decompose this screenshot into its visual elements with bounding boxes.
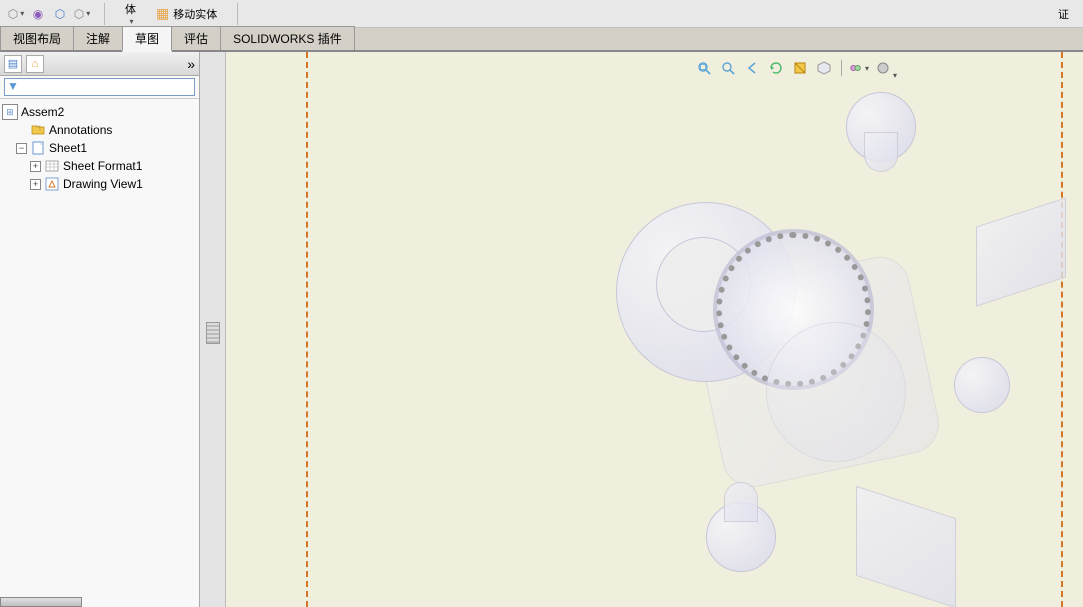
status-bar-grip[interactable] [0, 597, 82, 607]
tree-sheet1-label: Sheet1 [49, 141, 87, 155]
document-tabs: 视图布局 注解 草图 评估 SOLIDWORKS 插件 [0, 28, 1083, 52]
collapse-icon[interactable]: − [16, 143, 27, 154]
appearance-icon[interactable] [873, 58, 893, 78]
tree-node-sheet-format1[interactable]: + Sheet Format1 [2, 157, 197, 175]
rotate-view-icon[interactable] [766, 58, 786, 78]
tree-annotations-label: Annotations [49, 123, 112, 137]
tool-icon-3[interactable]: ⬡ [52, 6, 68, 22]
ribbon-area: ⬡▾ ◉ ⬡ ⬡▾ 体 ▾ ▦ 移动实体 证 [0, 0, 1083, 28]
tree-node-drawing-view1[interactable]: + Drawing View1 [2, 175, 197, 193]
display-style-icon[interactable]: ▾ [814, 58, 834, 78]
grid-icon: ▦ [156, 5, 169, 22]
panel-mode-tree-icon[interactable]: ▤ [4, 55, 22, 73]
section-view-icon[interactable] [790, 58, 810, 78]
tree-root[interactable]: ⊞ Assem2 [2, 103, 197, 121]
ribbon-move-body-label: 移动实体 [173, 6, 217, 22]
folder-icon [30, 122, 46, 138]
sheet-edge-left [306, 52, 308, 607]
tree-sheet-format1-label: Sheet Format1 [63, 159, 142, 173]
tab-evaluate[interactable]: 评估 [171, 26, 221, 50]
ribbon-right-1[interactable]: 证 [1052, 6, 1075, 22]
tree-root-label: Assem2 [21, 105, 64, 119]
panel-mode-config-icon[interactable]: ⌂ [26, 55, 44, 73]
sheet-format-icon [44, 158, 60, 174]
toolbar-separator [841, 60, 842, 76]
tab-sketch[interactable]: 草图 [122, 26, 172, 52]
tool-icon-1[interactable]: ⬡▾ [8, 6, 24, 22]
hide-show-icon[interactable]: ▾ [849, 58, 869, 78]
tab-annotations[interactable]: 注解 [73, 26, 123, 50]
view-toolbar: ▾ ▾ [694, 58, 893, 78]
sheet-icon [30, 140, 46, 156]
feature-manager-panel: ▤ ⌂ » ▼ ⊞ Assem2 Annotations [0, 52, 200, 607]
tab-solidworks-addins[interactable]: SOLIDWORKS 插件 [220, 26, 355, 50]
tool-icon-2[interactable]: ◉ [30, 6, 46, 22]
expand-icon[interactable]: + [30, 161, 41, 172]
previous-view-icon[interactable] [742, 58, 762, 78]
ribbon-right-1-label: 证 [1058, 6, 1069, 22]
panel-expand-icon[interactable]: » [187, 56, 195, 72]
tab-view-layout[interactable]: 视图布局 [0, 26, 74, 50]
zoom-fit-icon[interactable] [694, 58, 714, 78]
filter-funnel-icon: ▼ [7, 79, 19, 93]
filter-input[interactable] [4, 78, 195, 96]
tree-node-annotations[interactable]: Annotations [2, 121, 197, 139]
drawing-view-icon [44, 176, 60, 192]
panel-header: ▤ ⌂ » [0, 52, 199, 76]
ribbon-body-group[interactable]: 体 ▾ [119, 1, 142, 26]
ribbon-body-label: 体 [125, 1, 136, 17]
drawing-canvas[interactable]: ▾ ▾ [226, 52, 1083, 607]
main-area: ▤ ⌂ » ▼ ⊞ Assem2 Annotations [0, 52, 1083, 607]
filter-row: ▼ [0, 76, 199, 99]
ribbon-move-body[interactable]: ▦ 移动实体 [150, 5, 223, 22]
tree-node-sheet1[interactable]: − Sheet1 [2, 139, 197, 157]
tree-drawing-view1-label: Drawing View1 [63, 177, 143, 191]
zoom-window-icon[interactable] [718, 58, 738, 78]
ruler-grip[interactable] [206, 322, 220, 344]
assembly-icon: ⊞ [2, 104, 18, 120]
feature-tree: ⊞ Assem2 Annotations − Sheet1 + [0, 99, 199, 607]
drawing-view-model[interactable] [406, 82, 1083, 602]
expand-icon[interactable]: + [30, 179, 41, 190]
vertical-ruler [200, 52, 226, 607]
tool-icon-4[interactable]: ⬡▾ [74, 6, 90, 22]
